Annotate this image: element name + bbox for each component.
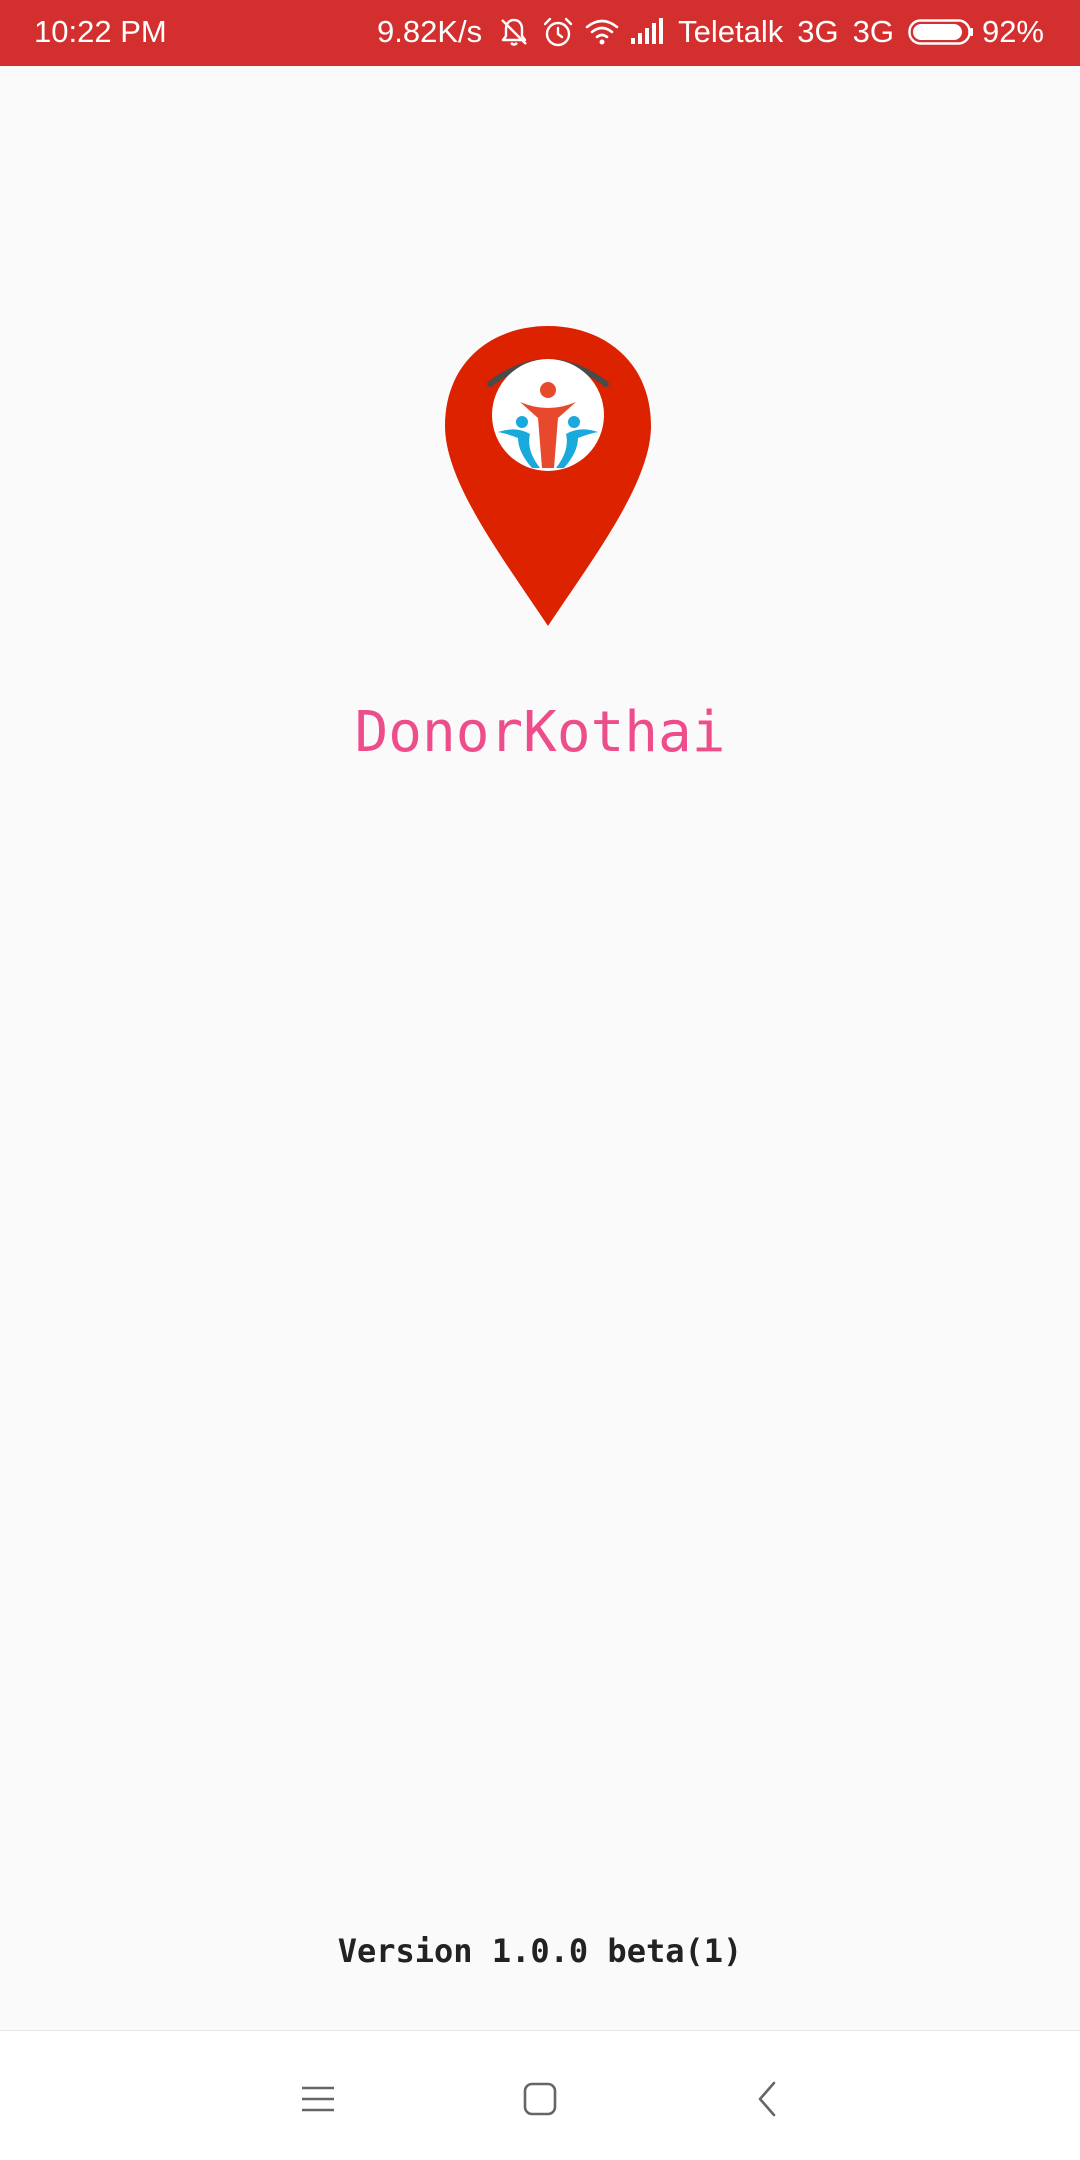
splash-screen: 10:22 PM 9.82K/s Teletalk 3G 3G 92% Dono…: [0, 0, 1080, 2160]
menu-button[interactable]: [278, 2059, 358, 2139]
status-bar: 10:22 PM 9.82K/s Teletalk 3G 3G 92%: [0, 0, 1080, 66]
status-indicators: 9.82K/s Teletalk 3G 3G 92%: [377, 12, 1044, 52]
home-button[interactable]: [500, 2059, 580, 2139]
navigation-bar: [0, 2030, 1080, 2160]
battery-percent: 92%: [981, 14, 1044, 49]
muted-bell-icon: [501, 18, 527, 46]
battery-icon: [908, 19, 973, 45]
network-type-1: 3G: [797, 14, 839, 49]
version-label: Version 1.0.0 beta(1): [337, 1932, 743, 1970]
back-button[interactable]: [727, 2059, 807, 2139]
network-type-2: 3G: [852, 14, 894, 49]
app-logo: [442, 322, 654, 630]
app-name: DonorKothai: [354, 700, 726, 765]
home-square-icon: [523, 2082, 557, 2116]
back-chevron-icon: [758, 2081, 776, 2117]
location-pin-donors-logo: [445, 326, 651, 626]
network-speed: 9.82K/s: [377, 14, 483, 49]
alarm-icon: [543, 17, 573, 47]
wifi-icon: [585, 19, 619, 45]
menu-icon: [302, 2086, 334, 2112]
status-time: 10:22 PM: [34, 14, 167, 49]
signal-icon: [631, 18, 664, 44]
carrier-name: Teletalk: [678, 14, 784, 49]
